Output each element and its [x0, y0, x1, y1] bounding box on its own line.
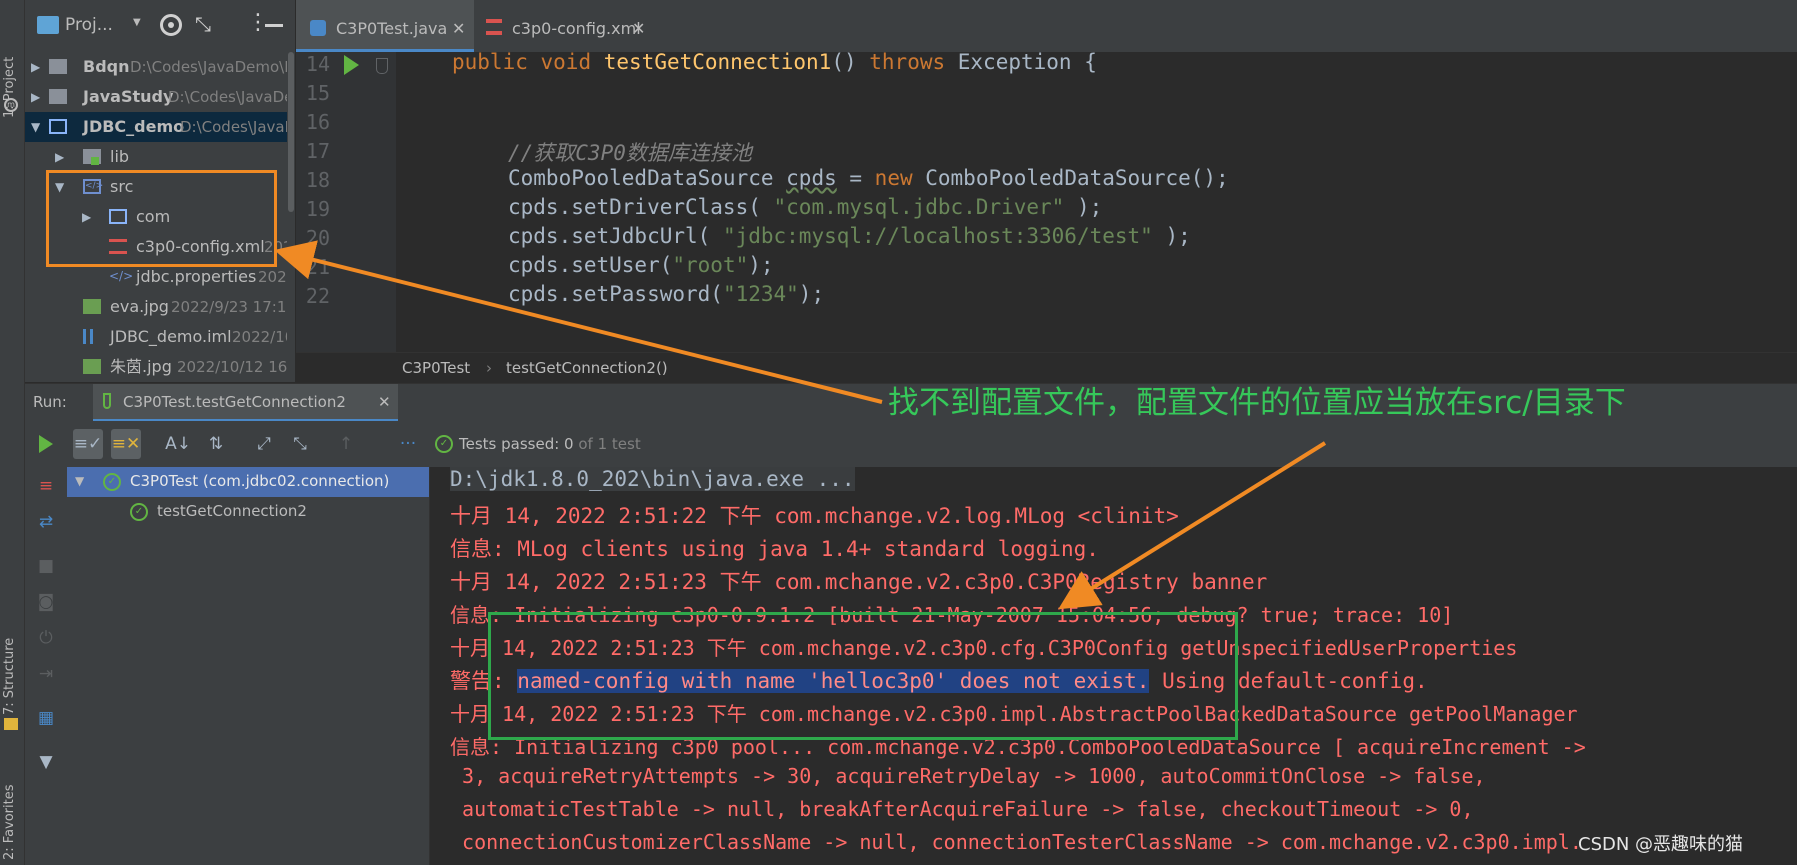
arrow-to-log	[1058, 441, 1327, 610]
annotation-text: 找不到配置文件，配置文件的位置应当放在src/目录下	[888, 385, 1626, 421]
arrow-to-src	[274, 240, 883, 404]
annotation-arrows	[274, 240, 1327, 610]
watermark: CSDN @恶趣味的猫	[1578, 834, 1744, 855]
